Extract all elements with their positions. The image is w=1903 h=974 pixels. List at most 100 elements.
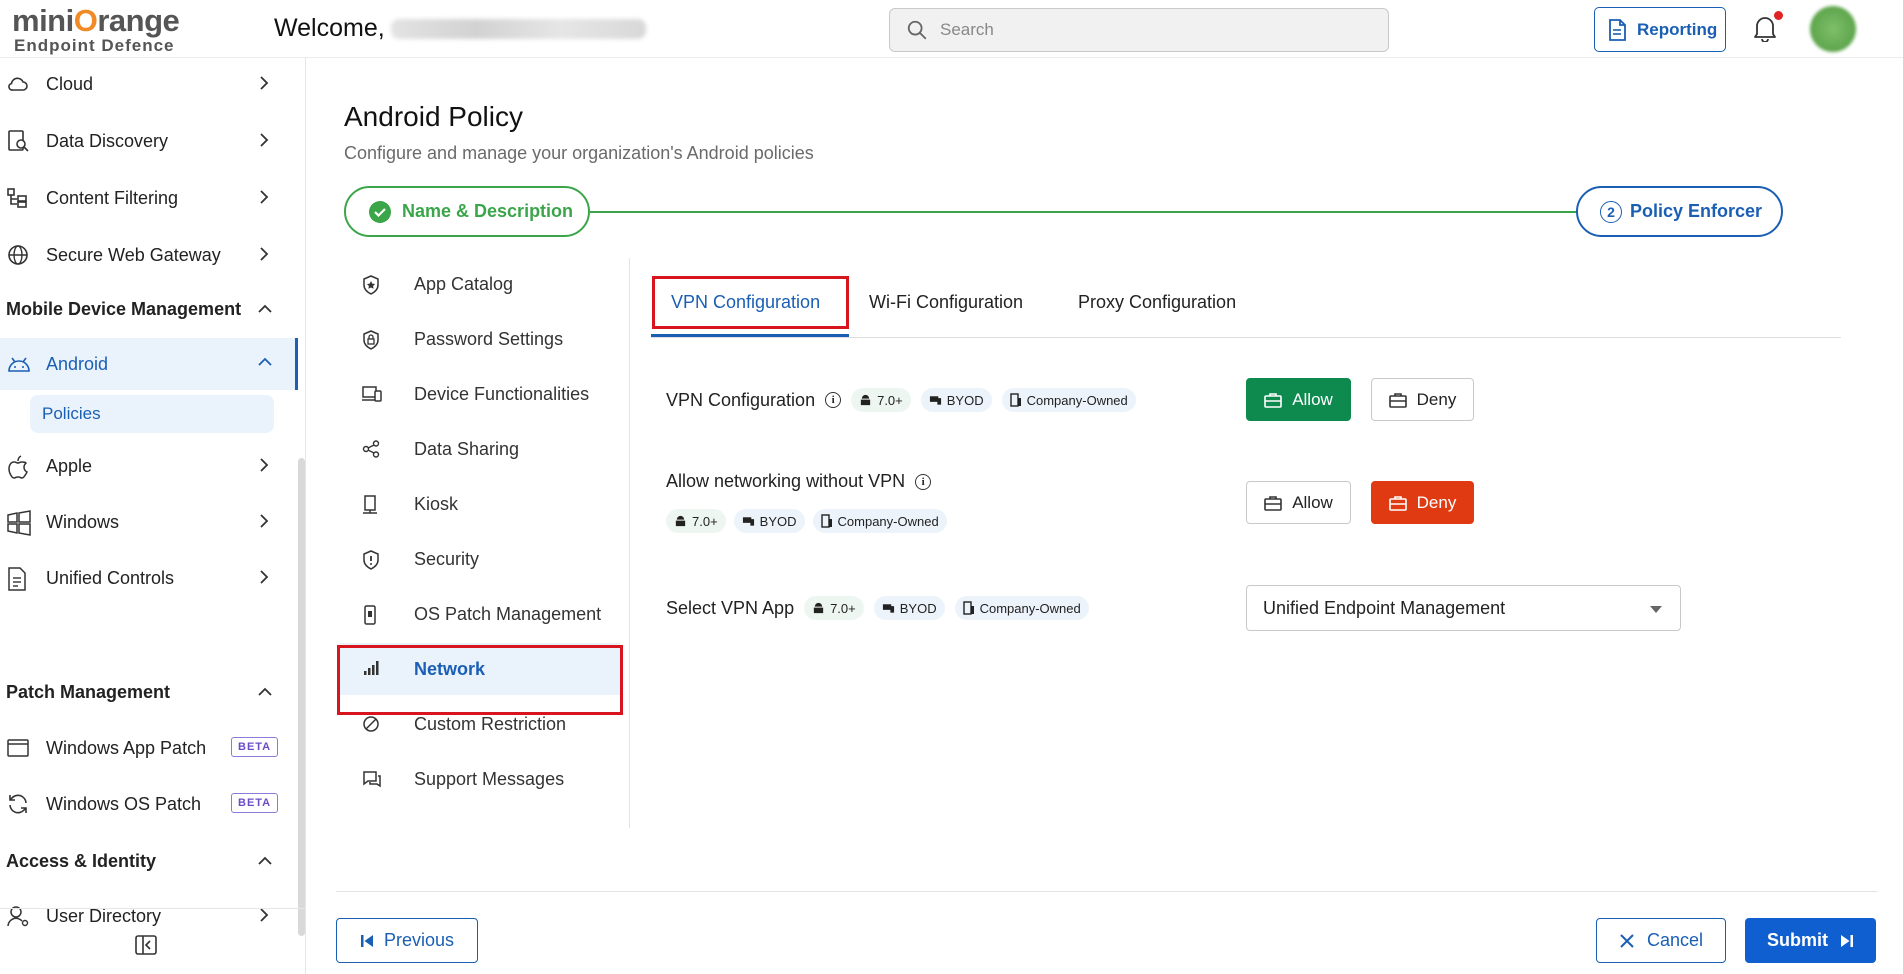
sidebar-item-windows[interactable]: Windows: [0, 496, 292, 548]
briefcase-icon: [1388, 495, 1407, 511]
sidebar-item-label: Windows OS Patch: [46, 793, 202, 814]
top-header: miniOrange Endpoint Defence Welcome, Rep…: [0, 0, 1903, 58]
redacted-username: [390, 19, 646, 40]
notification-dot: [1774, 11, 1783, 20]
row2-chips: 7.0+ BYOD Company-Owned: [666, 509, 947, 533]
button-label: Allow: [1292, 492, 1333, 512]
byod-chip: BYOD: [920, 388, 992, 412]
step-name-description[interactable]: Name & Description: [344, 186, 590, 237]
reporting-button[interactable]: Reporting: [1594, 7, 1726, 52]
sidebar-section-patch[interactable]: Patch Management: [6, 682, 272, 703]
restriction-icon: [362, 715, 380, 733]
category-security[interactable]: Security: [340, 533, 620, 585]
byod-devices-icon: [929, 394, 942, 406]
chip-label: BYOD: [946, 392, 984, 408]
chip-label: Company-Owned: [979, 600, 1081, 616]
byod-devices-icon: [742, 515, 755, 527]
user-avatar[interactable]: [1810, 6, 1856, 52]
category-os-patch-management[interactable]: OS Patch Management: [340, 588, 620, 640]
setting-allow-networking-without-vpn: Allow networking without VPN i: [666, 471, 932, 492]
dropdown-caret-icon: [1650, 606, 1662, 613]
setting-label: Allow networking without VPN: [666, 471, 906, 491]
document-icon: [6, 566, 28, 592]
collapse-sidebar-icon[interactable]: [134, 934, 158, 956]
stepper-connector: [590, 211, 1577, 213]
windows-icon: [6, 510, 32, 536]
briefcase-icon: [1264, 392, 1282, 408]
miniorange-logo[interactable]: miniOrange Endpoint Defence: [12, 3, 192, 55]
category-kiosk[interactable]: Kiosk: [340, 478, 620, 530]
category-label: Device Functionalities: [414, 383, 590, 404]
star-shield-icon: [362, 275, 380, 295]
sidebar-item-cloud[interactable]: Cloud: [0, 58, 292, 110]
sidebar-subitem-label: Policies: [42, 404, 101, 423]
step-policy-enforcer[interactable]: 2 Policy Enforcer: [1576, 186, 1783, 237]
chevron-right-icon: [258, 190, 270, 204]
search-bar[interactable]: [889, 8, 1389, 52]
byod-chip: BYOD: [733, 509, 805, 533]
step-number: 2: [1600, 200, 1622, 223]
category-app-catalog[interactable]: App Catalog: [340, 258, 620, 310]
vpn-app-select[interactable]: Unified Endpoint Management: [1246, 585, 1681, 631]
sidebar-item-windows-app-patch[interactable]: Windows App Patch BETA: [0, 722, 292, 774]
chip-label: Company-Owned: [837, 513, 939, 529]
no-vpn-deny-button[interactable]: Deny: [1371, 481, 1474, 524]
tab-wifi-configuration[interactable]: Wi-Fi Configuration: [869, 292, 1023, 313]
devices-icon: [362, 385, 382, 403]
category-support-messages[interactable]: Support Messages: [340, 753, 620, 805]
setting-label: VPN Configuration: [666, 389, 816, 410]
android-icon: [812, 602, 825, 615]
building-icon: [1009, 393, 1022, 407]
sidebar-item-data-discovery[interactable]: Data Discovery: [0, 115, 292, 167]
chevron-up-icon: [258, 686, 272, 698]
kiosk-icon: [362, 495, 378, 515]
category-label: Custom Restriction: [414, 713, 567, 734]
skip-back-icon: [360, 934, 374, 948]
setting-label: Select VPN App: [666, 597, 795, 618]
category-password-settings[interactable]: Password Settings: [340, 313, 620, 365]
android-version-chip: 7.0+: [804, 596, 864, 620]
sidebar-subitem-policies[interactable]: Policies: [30, 395, 274, 433]
category-data-sharing[interactable]: Data Sharing: [340, 423, 620, 475]
button-label: Deny: [1416, 492, 1457, 512]
submit-button[interactable]: Submit: [1745, 918, 1876, 963]
android-version-chip: 7.0+: [851, 388, 911, 412]
previous-button[interactable]: Previous: [336, 918, 478, 963]
sidebar-item-android[interactable]: Android: [0, 338, 298, 390]
category-device-functionalities[interactable]: Device Functionalities: [340, 368, 620, 420]
data-discovery-icon: [6, 129, 30, 153]
step-label: Policy Enforcer: [1630, 201, 1763, 221]
welcome-text: Welcome,: [274, 14, 646, 43]
sidebar-item-windows-os-patch[interactable]: Windows OS Patch BETA: [0, 778, 292, 830]
building-icon: [962, 601, 975, 615]
sidebar-item-content-filtering[interactable]: Content Filtering: [0, 172, 292, 224]
vpn-config-deny-button[interactable]: Deny: [1371, 378, 1474, 421]
info-icon[interactable]: i: [825, 392, 842, 408]
cancel-button[interactable]: Cancel: [1596, 918, 1726, 963]
no-vpn-allow-button[interactable]: Allow: [1246, 481, 1351, 524]
button-label: Deny: [1416, 389, 1457, 409]
tab-proxy-configuration[interactable]: Proxy Configuration: [1078, 292, 1236, 313]
briefcase-icon: [1264, 495, 1282, 511]
company-owned-chip: Company-Owned: [812, 509, 947, 533]
check-circle-icon: [368, 200, 392, 224]
page-title: Android Policy: [344, 101, 523, 132]
sidebar-item-unified-controls[interactable]: Unified Controls: [0, 552, 292, 604]
sidebar-item-label: Unified Controls: [46, 567, 175, 588]
android-icon: [859, 394, 872, 407]
info-icon[interactable]: i: [915, 473, 932, 490]
active-tab-indicator: [651, 334, 849, 337]
android-icon: [674, 515, 687, 528]
vpn-config-allow-button[interactable]: Allow: [1246, 378, 1351, 421]
sidebar-item-secure-web-gateway[interactable]: Secure Web Gateway: [0, 229, 292, 281]
page-subtitle: Configure and manage your organization's…: [344, 143, 814, 163]
chevron-up-icon: [258, 356, 272, 368]
sidebar-section-access[interactable]: Access & Identity: [6, 851, 272, 872]
sidebar-item-apple[interactable]: Apple: [0, 440, 292, 492]
logo-text-post: range: [97, 3, 180, 38]
sidebar-scrollbar[interactable]: [298, 458, 305, 936]
chevron-right-icon: [258, 133, 270, 147]
search-input[interactable]: [940, 20, 1360, 40]
sidebar-section-mdm[interactable]: Mobile Device Management: [6, 299, 272, 320]
android-version-chip: 7.0+: [666, 509, 726, 533]
